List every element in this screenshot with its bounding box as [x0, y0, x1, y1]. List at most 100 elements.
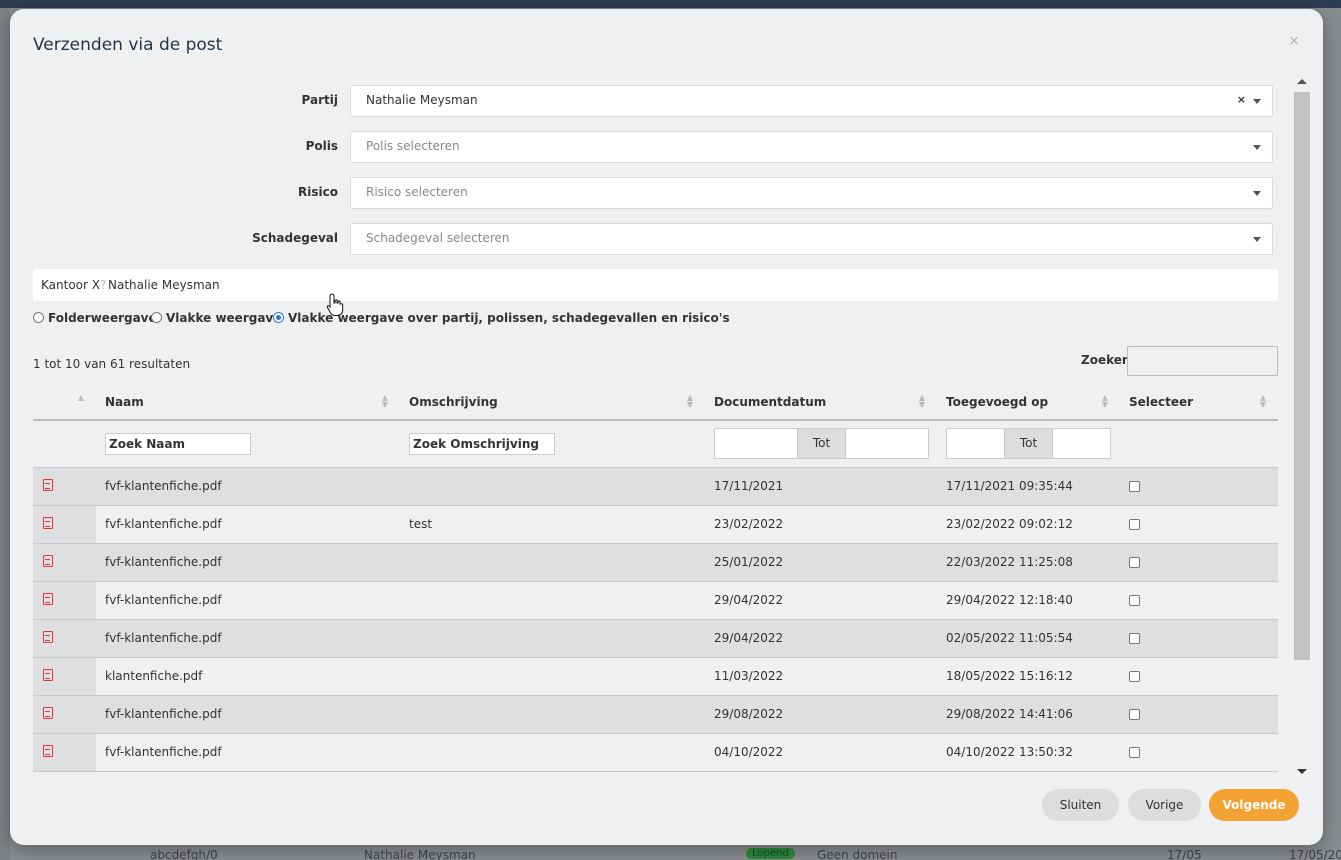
- select-checkbox[interactable]: [1129, 633, 1140, 644]
- cell-documentdatum: 17/11/2021: [705, 467, 937, 506]
- pdf-file-icon[interactable]: [43, 592, 53, 605]
- cell-selecteer: [1120, 467, 1278, 506]
- select-checkbox[interactable]: [1129, 481, 1140, 492]
- documentdatum-to-input[interactable]: [845, 428, 929, 460]
- pdf-file-icon[interactable]: [43, 478, 53, 491]
- cell-omschrijving: test: [400, 505, 705, 544]
- partij-select[interactable]: Nathalie Meysman ×: [350, 85, 1273, 117]
- column-header-documentdatum[interactable]: Documentdatum ▲ ▼: [705, 384, 937, 421]
- filter-naam-input[interactable]: [105, 432, 251, 455]
- radio-circle[interactable]: [151, 312, 162, 323]
- clear-icon[interactable]: ×: [1237, 93, 1246, 106]
- radio-vlakke-weergave[interactable]: Vlakke weergave: [151, 311, 281, 325]
- breadcrumb-root[interactable]: Kantoor X: [41, 278, 100, 292]
- next-button[interactable]: Volgende: [1209, 789, 1299, 821]
- toegevoegd-to-input[interactable]: [1052, 428, 1111, 460]
- pdf-file-icon[interactable]: [43, 554, 53, 567]
- column-header-selecteer[interactable]: Selecteer ▲ ▼: [1120, 384, 1278, 421]
- toegevoegd-from-input[interactable]: [946, 428, 1005, 460]
- scroll-down-icon[interactable]: [1297, 769, 1307, 774]
- scrollbar-thumb[interactable]: [1294, 92, 1310, 660]
- previous-button[interactable]: Vorige: [1128, 789, 1201, 821]
- chevron-down-icon[interactable]: [1253, 145, 1261, 150]
- filter-omschrijving-input[interactable]: [409, 432, 555, 455]
- polis-select[interactable]: Polis selecteren: [350, 131, 1273, 163]
- select-checkbox[interactable]: [1129, 747, 1140, 758]
- pdf-file-icon[interactable]: [43, 516, 53, 529]
- close-icon[interactable]: ×: [1288, 33, 1300, 49]
- chevron-down-icon[interactable]: [1253, 237, 1261, 242]
- breadcrumb-separator: ?: [100, 278, 107, 292]
- sort-icon: ▲ ▼: [1101, 393, 1108, 409]
- pdf-file-icon[interactable]: [43, 744, 53, 757]
- scroll-up-icon[interactable]: [1297, 79, 1307, 84]
- cell-toegevoegd: 22/03/2022 11:25:08: [937, 543, 1120, 582]
- documentdatum-range: Tot: [714, 428, 937, 460]
- cell-naam: klantenfiche.pdf: [96, 657, 400, 696]
- select-checkbox[interactable]: [1129, 709, 1140, 720]
- modal-scrollbar[interactable]: [1294, 79, 1310, 774]
- file-icon-cell: [33, 581, 96, 620]
- chevron-down-icon[interactable]: [1253, 99, 1261, 104]
- column-header-icon[interactable]: ▲: [33, 384, 96, 421]
- cell-omschrijving: [400, 733, 705, 772]
- column-header-toegevoegd[interactable]: Toegevoegd op ▲ ▼: [937, 384, 1120, 421]
- column-header-naam[interactable]: Naam ▲ ▼: [96, 384, 400, 421]
- schadegeval-select[interactable]: Schadegeval selecteren: [350, 223, 1273, 255]
- radio-folderweergave[interactable]: Folderweergave: [33, 311, 157, 325]
- background-row-name: abcdefgh/0: [150, 848, 218, 860]
- table-row[interactable]: klantenfiche.pdf 11/03/2022 18/05/2022 15:…: [33, 657, 1278, 696]
- background-row-domain: Geen domein: [817, 848, 898, 860]
- table-row[interactable]: fvf-klantenfiche.pdf 17/11/2021 17/11/2021…: [33, 467, 1278, 506]
- table-row[interactable]: fvf-klantenfiche.pdf 29/04/2022 29/04/2022…: [33, 581, 1278, 620]
- select-checkbox[interactable]: [1129, 557, 1140, 568]
- table-row[interactable]: fvf-klantenfiche.pdf 04/10/2022 04/10/2022…: [33, 733, 1278, 772]
- filter-cell-toegevoegd: Tot: [937, 420, 1120, 468]
- select-checkbox[interactable]: [1129, 519, 1140, 530]
- background-topbar: [0, 0, 1341, 8]
- column-header-omschrijving[interactable]: Omschrijving ▲ ▼: [400, 384, 705, 421]
- table-row[interactable]: fvf-klantenfiche.pdf 29/08/2022 29/08/2022…: [33, 695, 1278, 734]
- cell-toegevoegd: 17/11/2021 09:35:44: [937, 467, 1120, 506]
- cell-naam: fvf-klantenfiche.pdf: [96, 543, 400, 582]
- radio-circle-checked[interactable]: [273, 312, 284, 323]
- filter-cell-empty: [33, 420, 96, 468]
- column-header-label: Toegevoegd op: [946, 394, 1049, 409]
- cell-toegevoegd: 02/05/2022 11:05:54: [937, 619, 1120, 658]
- hand-cursor-icon: [326, 293, 344, 316]
- documentdatum-from-input[interactable]: [714, 428, 798, 460]
- sort-icon: ▲ ▼: [686, 393, 693, 409]
- breadcrumb-current[interactable]: Nathalie Meysman: [108, 278, 220, 292]
- table-row[interactable]: fvf-klantenfiche.pdf 29/04/2022 02/05/2022…: [33, 619, 1278, 658]
- schadegeval-label: Schadegeval: [252, 231, 338, 245]
- cell-omschrijving: [400, 581, 705, 620]
- radio-circle[interactable]: [33, 312, 44, 323]
- table-row[interactable]: fvf-klantenfiche.pdf 25/01/2022 22/03/2022…: [33, 543, 1278, 582]
- chevron-down-icon[interactable]: [1253, 191, 1261, 196]
- partij-label: Partij: [301, 93, 338, 107]
- cell-documentdatum: 29/04/2022: [705, 581, 937, 620]
- background-row-date2: 17/05/2022: [1289, 848, 1341, 860]
- file-icon-cell: [33, 695, 96, 734]
- sort-asc-icon: ▲: [77, 393, 84, 402]
- pdf-file-icon[interactable]: [43, 668, 53, 681]
- table-row[interactable]: fvf-klantenfiche.pdf test 23/02/2022 23/02/…: [33, 505, 1278, 544]
- select-checkbox[interactable]: [1129, 671, 1140, 682]
- cell-selecteer: [1120, 657, 1278, 696]
- cell-naam: fvf-klantenfiche.pdf: [96, 505, 400, 544]
- column-header-label: Omschrijving: [409, 394, 498, 409]
- file-icon-cell: [33, 657, 96, 696]
- schadegeval-placeholder: Schadegeval selecteren: [366, 231, 510, 245]
- cell-selecteer: [1120, 733, 1278, 772]
- select-checkbox[interactable]: [1129, 595, 1140, 606]
- filter-cell-omschrijving: [400, 420, 705, 468]
- search-input[interactable]: [1127, 346, 1278, 376]
- cell-selecteer: [1120, 695, 1278, 734]
- close-button[interactable]: Sluiten: [1042, 789, 1119, 821]
- cell-toegevoegd: 18/05/2022 15:16:12: [937, 657, 1120, 696]
- pdf-file-icon[interactable]: [43, 630, 53, 643]
- cell-selecteer: [1120, 619, 1278, 658]
- pdf-file-icon[interactable]: [43, 706, 53, 719]
- risico-select[interactable]: Risico selecteren: [350, 177, 1273, 209]
- radio-label: Vlakke weergave: [166, 311, 282, 325]
